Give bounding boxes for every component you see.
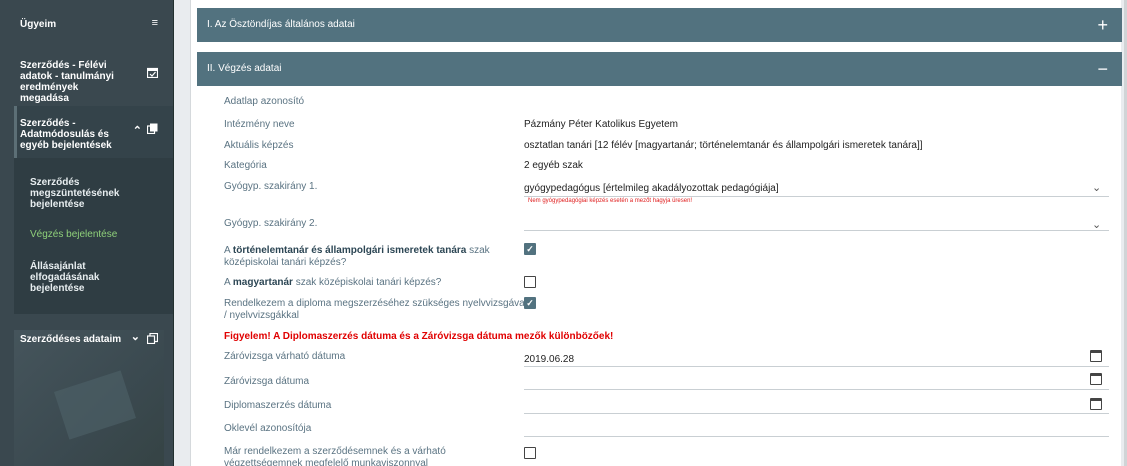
sidebar-item-ugyeim[interactable]: Ügyeim ≡: [0, 17, 173, 31]
zarovizsga-varhato-underline: [524, 366, 1109, 367]
calendar-icon[interactable]: [1090, 373, 1102, 385]
sidebar-item-label: Szerződés - Adatmódosulás és egyéb bejel…: [20, 118, 112, 151]
gyogyp-szakirany-1-label: Gyógyp. szakirány 1.: [224, 181, 318, 192]
diplomaszerzes-label: Diplomaszerzés dátuma: [224, 400, 332, 411]
tortenelem-bold: történelemtanár és állampolgári ismerete…: [232, 245, 467, 256]
intezmeny-label: Intézmény neve: [224, 119, 295, 130]
sidebar-subitem-megszuntetes[interactable]: Szerződés megszüntetésének bejelentése: [0, 177, 173, 210]
munkaviszony-checkbox[interactable]: [524, 447, 536, 459]
section-header-altalanos-adatai[interactable]: I. Az Ösztöndíjas általános adatai +: [197, 8, 1122, 42]
gyogyp-szakirany-1-hint: Nem gyógypedagógiai képzés esetén a mező…: [528, 198, 693, 204]
zarovizsga-varhato-input[interactable]: 2019.06.28: [524, 354, 574, 366]
copy-icon: [146, 123, 158, 137]
magyar-suffix: szak középiskolai tanári képzés?: [292, 277, 442, 288]
sidebar-subitem-label: Végzés bejelentése: [30, 229, 118, 240]
sidebar-item-label: Szerződéses adataim: [20, 334, 122, 345]
chevron-down-icon[interactable]: ⌄: [1092, 181, 1101, 194]
sidebar-subitem-label: Állásajánlat elfogadásának bejelentése: [30, 261, 100, 294]
sidebar-item-label: Ügyeim: [20, 19, 57, 30]
nyelvvizsga-checkbox[interactable]: ✓: [524, 297, 536, 309]
tortenelem-question-label: A történelemtanár és állampolgári ismere…: [224, 245, 524, 269]
intezmeny-value: Pázmány Péter Katolikus Egyetem: [524, 119, 678, 130]
gyogyp-szakirany-2-label: Gyógyp. szakirány 2.: [224, 218, 318, 229]
aktualis-kepzes-label: Aktuális képzés: [224, 140, 294, 151]
datum-warning: Figyelem! A Diplomaszerzés dátuma és a Z…: [224, 331, 614, 342]
section-header-vegzes-adatai[interactable]: II. Végzés adatai −: [197, 52, 1122, 86]
sidebar-item-felevi-adatok[interactable]: Szerződés - Félévi adatok - tanulmányi e…: [0, 60, 173, 104]
calendar-icon[interactable]: [1090, 398, 1102, 410]
zarovizsga-label: Záróvizsga dátuma: [224, 376, 310, 387]
expand-plus-icon[interactable]: +: [1097, 8, 1108, 42]
sidebar-subitem-allasajanlat[interactable]: Állásajánlat elfogadásának bejelentése: [0, 261, 173, 294]
munkaviszony-label: Már rendelkezem a szerződésemnek és a vá…: [224, 446, 446, 466]
magyar-bold: magyartanár: [232, 277, 293, 288]
sidebar-item-szerzodeses-adataim[interactable]: Szerződéses adataim ⌄: [0, 331, 173, 347]
sidebar-subitem-vegzes[interactable]: Végzés bejelentése: [0, 229, 173, 240]
kategoria-label: Kategória: [224, 160, 267, 171]
copy-icon: [146, 332, 159, 347]
gyogyp-szakirany-2-select[interactable]: [524, 230, 1109, 231]
section-title: II. Végzés adatai: [207, 63, 282, 74]
adatlap-azonosito-label: Adatlap azonosító: [224, 96, 305, 107]
tortenelem-prefix: A: [224, 245, 233, 256]
calendar-icon[interactable]: [1090, 350, 1102, 362]
kategoria-value: 2 egyéb szak: [524, 160, 583, 171]
zarovizsga-input[interactable]: [524, 389, 1109, 390]
chevron-down-icon: ⌄: [130, 331, 140, 343]
calendar-check-icon: [146, 67, 159, 81]
gyogyp-szakirany-1-select[interactable]: gyógypedagógus [értelmileg akadályozotta…: [524, 183, 779, 195]
sidebar-item-adatmodosulas[interactable]: Szerződés - Adatmódosulás és egyéb bejel…: [0, 118, 173, 151]
zarovizsga-varhato-label: Záróvizsga várható dátuma: [224, 351, 346, 362]
collapse-minus-icon[interactable]: −: [1097, 52, 1108, 86]
list-icon: ≡: [151, 17, 158, 29]
chevron-up-icon: ⌃: [132, 125, 142, 137]
aktualis-kepzes-value: osztatlan tanári [12 félév [magyartanár;…: [524, 140, 923, 151]
form-panel: I. Az Ösztöndíjas általános adatai + II.…: [190, 0, 1122, 466]
tortenelem-checkbox[interactable]: ✓: [524, 243, 536, 255]
sidebar-subitem-label: Szerződés megszüntetésének bejelentése: [30, 177, 120, 210]
section-title: I. Az Ösztöndíjas általános adatai: [207, 19, 355, 30]
diplomaszerzes-input[interactable]: [524, 413, 1109, 414]
oklevel-azonosito-input[interactable]: [524, 436, 1109, 437]
nyelvvizsga-label: Rendelkezem a diploma megszerzéséhez szü…: [224, 298, 527, 321]
gyogyp-szakirany-1-underline: [524, 196, 1109, 197]
magyar-checkbox[interactable]: [524, 276, 536, 288]
main-content: I. Az Ösztöndíjas általános adatai + II.…: [190, 0, 1127, 466]
oklevel-azonosito-label: Oklevél azonosítója: [224, 423, 312, 434]
magyar-prefix: A: [224, 277, 233, 288]
sidebar-item-label: Szerződés - Félévi adatok - tanulmányi e…: [20, 60, 114, 104]
sidebar: Ügyeim ≡ Szerződés - Félévi adatok - tan…: [0, 0, 174, 466]
magyar-question-label: A magyartanár szak középiskolai tanári k…: [224, 277, 441, 289]
